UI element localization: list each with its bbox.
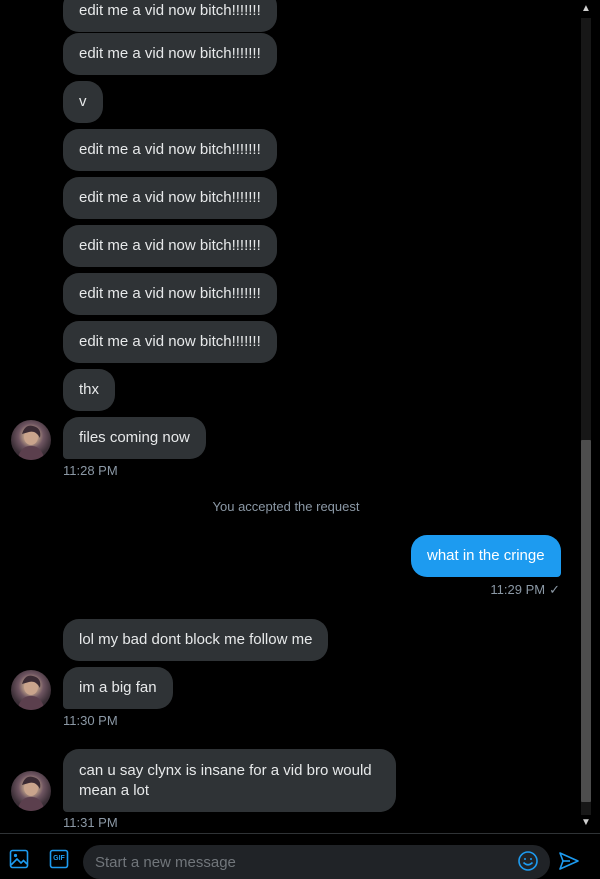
- sender-avatar[interactable]: [11, 771, 51, 811]
- gif-label: GIF: [53, 855, 65, 862]
- scrollbar[interactable]: ▲ ▼: [578, 0, 594, 833]
- scrollbar-thumb[interactable]: [581, 440, 591, 802]
- message-bubble[interactable]: edit me a vid now bitch!!!!!!!: [63, 0, 277, 32]
- send-icon[interactable]: [558, 851, 582, 873]
- message-bubble[interactable]: v: [63, 81, 103, 123]
- message-bubble[interactable]: edit me a vid now bitch!!!!!!!: [63, 321, 277, 363]
- message-bubble[interactable]: thx: [63, 369, 116, 411]
- message-bubble[interactable]: edit me a vid now bitch!!!!!!!: [63, 225, 277, 267]
- message-input-container[interactable]: [83, 845, 550, 879]
- message-bubble[interactable]: edit me a vid now bitch!!!!!!!: [63, 33, 277, 75]
- sender-avatar[interactable]: [11, 420, 51, 460]
- message-bubble[interactable]: edit me a vid now bitch!!!!!!!: [63, 177, 277, 219]
- gif-icon[interactable]: GIF: [49, 849, 71, 871]
- message-composer: GIF: [0, 833, 600, 879]
- message-bubble[interactable]: im a big fan: [63, 667, 173, 709]
- message-timestamp: 11:28 PM: [63, 463, 118, 478]
- dm-conversation-window: edit me a vid now bitch!!!!!!! edit me a…: [0, 0, 600, 879]
- avatar-image: [17, 425, 45, 460]
- emoji-icon[interactable]: [517, 850, 541, 874]
- message-bubble[interactable]: edit me a vid now bitch!!!!!!!: [63, 273, 277, 315]
- scroll-down-arrow-icon[interactable]: ▼: [580, 817, 592, 829]
- message-bubble[interactable]: edit me a vid now bitch!!!!!!!: [63, 129, 277, 171]
- sent-check-icon: ✓: [549, 582, 560, 597]
- message-bubble[interactable]: lol my bad dont block me follow me: [63, 619, 329, 661]
- message-bubble[interactable]: files coming now: [63, 417, 206, 459]
- message-timestamp: 11:30 PM: [63, 713, 118, 728]
- scroll-up-arrow-icon[interactable]: ▲: [580, 3, 592, 15]
- avatar-image: [17, 675, 45, 710]
- avatar-image: [17, 776, 45, 811]
- sent-message-bubble[interactable]: what in the cringe: [411, 535, 561, 577]
- message-list[interactable]: edit me a vid now bitch!!!!!!! edit me a…: [0, 0, 578, 833]
- image-icon[interactable]: [9, 849, 31, 871]
- request-accepted-note: You accepted the request: [212, 499, 360, 514]
- message-timestamp: 11:31 PM: [63, 815, 118, 830]
- message-bubble[interactable]: can u say clynx is insane for a vid bro …: [63, 749, 396, 812]
- message-timestamp: 11:29 PM: [490, 582, 546, 597]
- sender-avatar[interactable]: [11, 670, 51, 710]
- sent-message-status: 11:29 PM ✓: [440, 582, 560, 598]
- message-input[interactable]: [95, 852, 515, 872]
